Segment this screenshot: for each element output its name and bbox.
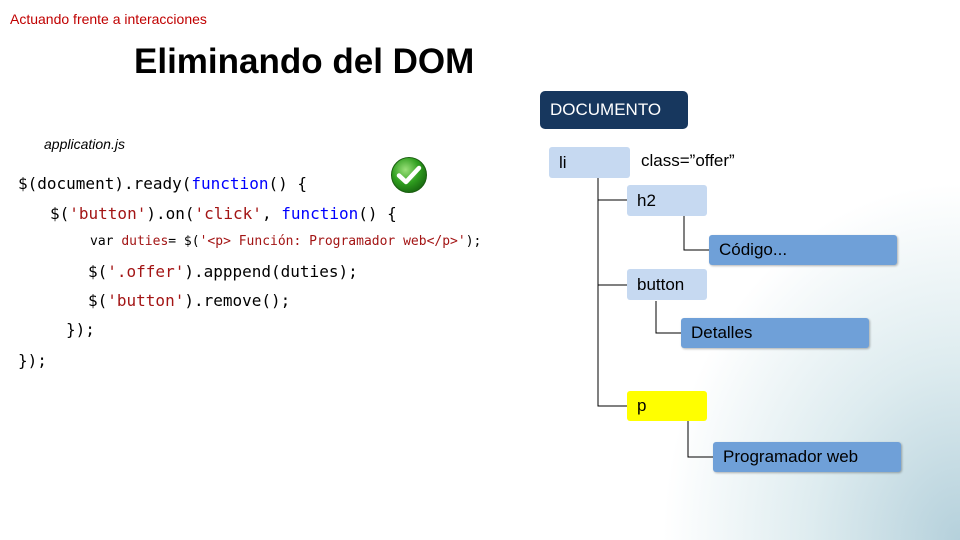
tree-text-h2: Código...: [709, 235, 897, 265]
code-line-1: $(document).ready(function() {: [18, 174, 307, 193]
filename-label: application.js: [44, 136, 125, 152]
code-line-3: var duties= $('<p> Función: Programador …: [90, 234, 482, 249]
tree-text-p: Programador web: [713, 442, 901, 472]
tree-text-button: Detalles: [681, 318, 869, 348]
code-line-2: $('button').on('click', function() {: [50, 204, 397, 223]
tree-node-li: li: [549, 147, 630, 178]
code-line-4: $('.offer').apppend(duties);: [88, 262, 358, 281]
li-class-attribute: class=”offer”: [641, 151, 735, 170]
code-line-5: $('button').remove();: [88, 291, 291, 310]
tree-node-button: button: [627, 269, 707, 300]
code-line-7: });: [18, 351, 47, 370]
tree-node-p: p: [627, 391, 707, 421]
checkmark-icon: [391, 157, 427, 193]
background-decoration: [660, 180, 960, 540]
section-header: Actuando frente a interacciones: [10, 11, 207, 27]
code-line-6: });: [66, 320, 95, 339]
slide-title: Eliminando del DOM: [134, 42, 475, 81]
tree-node-h2: h2: [627, 185, 707, 216]
tree-root-document: DOCUMENTO: [540, 91, 688, 129]
